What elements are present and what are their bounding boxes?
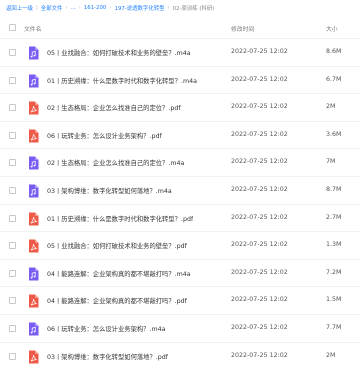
audio-file-icon xyxy=(28,45,39,60)
pdf-file-icon xyxy=(28,293,39,308)
file-modified-time: 2022-07-25 12:02 xyxy=(231,213,288,221)
row-checkbox[interactable] xyxy=(9,131,16,139)
file-size: 6.7M xyxy=(326,75,342,83)
file-name[interactable]: 02丨生态格局：企业怎么找准自己的定位？.pdf xyxy=(47,103,181,112)
row-checkbox[interactable] xyxy=(9,76,16,84)
back-link[interactable]: 返回上一级 xyxy=(6,4,33,12)
file-row[interactable]: 05丨业找融合：如何打破技术和业务的壁垒？.pdf 2022-07-25 12:0… xyxy=(0,231,360,259)
file-name[interactable]: 03丨架构博维：数字化转型如何落地？.pdf xyxy=(47,352,168,361)
file-row[interactable]: 03丨架构博维：数字化转型如何落地？.m4a 2022-07-25 12:02 8.… xyxy=(0,175,360,204)
file-modified-time: 2022-07-25 12:02 xyxy=(231,48,288,55)
file-row[interactable]: 06丨玩转业务：怎么设计业务架构？.m4a 2022-07-25 12:02 7.7… xyxy=(0,313,360,342)
file-name[interactable]: 01丨历史溯缘：什么是数字时代和数字化转型？.pdf xyxy=(47,214,193,223)
file-modified-time: 2022-07-25 12:02 xyxy=(231,351,288,359)
file-list: 05丨业找融合：如何打破技术和业务的壁垒？.m4a 2022-07-25 12:0… xyxy=(0,38,360,369)
file-modified-time: 2022-07-25 12:02 xyxy=(231,130,288,138)
chevron-right-icon: › xyxy=(65,5,68,11)
file-size: 1.5M xyxy=(326,296,342,304)
file-row[interactable]: 04丨能路连解：企业架构真的都不堪敲打吗？.m4a 2022-07-25 12:0… xyxy=(0,258,360,287)
file-modified-time: 2022-07-25 12:02 xyxy=(231,268,288,276)
file-name[interactable]: 04丨能路连解：企业架构真的都不堪敲打吗？.m4a xyxy=(47,269,191,278)
file-size: 8.7M xyxy=(326,185,342,193)
row-checkbox[interactable] xyxy=(9,352,16,360)
file-size: 7M xyxy=(326,158,336,166)
file-row[interactable]: 04丨能路连解：企业架构真的都不堪敲打吗？.pdf 2022-07-25 12:0… xyxy=(0,286,360,314)
row-checkbox[interactable] xyxy=(9,186,16,194)
file-size: 2M xyxy=(326,351,336,359)
file-size: 7.7M xyxy=(326,323,342,331)
file-name[interactable]: 05丨业找融合：如何打破技术和业务的壁垒？.m4a xyxy=(47,48,191,57)
chevron-right-icon: › xyxy=(78,5,81,11)
audio-file-icon xyxy=(28,321,39,336)
audio-file-icon xyxy=(28,73,39,88)
file-name[interactable]: 06丨玩转业务：怎么设计业务架构？.m4a xyxy=(47,324,165,333)
chevron-right-icon: › xyxy=(167,5,170,11)
file-size: 7.2M xyxy=(326,268,342,276)
pdf-file-icon xyxy=(28,238,39,253)
file-row[interactable]: 01丨历史溯缘：什么是数字时代和数字化转型？.m4a 2022-07-25 12:… xyxy=(0,65,360,94)
audio-file-icon xyxy=(28,155,39,170)
file-row[interactable]: 01丨历史溯缘：什么是数字时代和数字化转型？.pdf 2022-07-25 12:… xyxy=(0,203,360,232)
file-list-header: 文件名 修改时间 大小 xyxy=(0,16,360,38)
row-checkbox[interactable] xyxy=(9,214,16,222)
audio-file-icon xyxy=(28,183,39,198)
file-name[interactable]: 01丨历史溯缘：什么是数字时代和数字化转型？.m4a xyxy=(47,76,197,85)
row-checkbox[interactable] xyxy=(9,49,16,56)
file-modified-time: 2022-07-25 12:02 xyxy=(231,103,288,111)
row-checkbox[interactable] xyxy=(9,159,16,167)
file-modified-time: 2022-07-25 12:02 xyxy=(231,296,288,304)
file-modified-time: 2022-07-25 12:02 xyxy=(231,323,288,331)
breadcrumb-current: 02-原训练 (科研) xyxy=(172,6,215,12)
file-name[interactable]: 03丨架构博维：数字化转型如何落地？.m4a xyxy=(47,186,172,195)
file-name[interactable]: 02丨生态格局：企业怎么找准自己的定位？.m4a xyxy=(47,158,184,167)
row-checkbox[interactable] xyxy=(9,242,16,250)
file-size: 8.6M xyxy=(326,48,342,55)
file-modified-time: 2022-07-25 12:02 xyxy=(231,241,288,249)
file-size: 2M xyxy=(326,103,336,111)
column-header-name[interactable]: 文件名 xyxy=(24,24,41,33)
file-row[interactable]: 02丨生态格局：企业怎么找准自己的定位？.pdf 2022-07-25 12:02… xyxy=(0,93,360,121)
file-row[interactable]: 03丨架构博维：数字化转型如何落地？.pdf 2022-07-25 12:02 2M xyxy=(0,341,360,369)
row-checkbox[interactable] xyxy=(9,297,16,305)
pdf-file-icon xyxy=(28,128,39,143)
file-modified-time: 2022-07-25 12:02 xyxy=(231,75,288,83)
pdf-file-icon xyxy=(28,100,39,115)
breadcrumb-item-ellipsis[interactable]: ... xyxy=(71,5,76,11)
breadcrumb-item-161-200[interactable]: 161-200 xyxy=(84,5,107,11)
file-name[interactable]: 05丨业找融合：如何打破技术和业务的壁垒？.pdf xyxy=(47,241,187,250)
row-checkbox[interactable] xyxy=(9,104,16,112)
audio-file-icon xyxy=(28,266,39,281)
row-checkbox[interactable] xyxy=(9,269,16,277)
pdf-file-icon xyxy=(28,349,39,364)
column-header-size[interactable]: 大小 xyxy=(326,24,338,33)
file-size: 1.3M xyxy=(326,241,342,249)
file-size: 3.6M xyxy=(326,130,342,138)
column-header-time[interactable]: 修改时间 xyxy=(231,24,254,33)
file-modified-time: 2022-07-25 12:02 xyxy=(231,185,288,193)
file-name[interactable]: 06丨玩转业务：怎么设计业务架构？.pdf xyxy=(47,131,162,140)
breadcrumb: 返回上一级 | 全部文件 › ... › 161-200 › 197-说透数字化… xyxy=(0,0,360,16)
file-row[interactable]: 06丨玩转业务：怎么设计业务架构？.pdf 2022-07-25 12:02 3.6… xyxy=(0,120,360,149)
file-size: 2.7M xyxy=(326,213,342,221)
pdf-file-icon xyxy=(28,211,39,226)
file-row[interactable]: 05丨业找融合：如何打破技术和业务的壁垒？.m4a 2022-07-25 12:0… xyxy=(0,38,360,66)
chevron-right-icon: › xyxy=(109,5,112,11)
breadcrumb-separator: | xyxy=(35,5,38,11)
file-modified-time: 2022-07-25 12:02 xyxy=(231,158,288,166)
select-all-checkbox[interactable] xyxy=(9,24,16,31)
file-name[interactable]: 04丨能路连解：企业架构真的都不堪敲打吗？.pdf xyxy=(47,296,187,305)
breadcrumb-item-all-files[interactable]: 全部文件 xyxy=(41,4,63,12)
row-checkbox[interactable] xyxy=(9,324,16,332)
file-row[interactable]: 02丨生态格局：企业怎么找准自己的定位？.m4a 2022-07-25 12:02… xyxy=(0,148,360,176)
breadcrumb-item-197[interactable]: 197-说透数字化转型 xyxy=(115,4,165,12)
